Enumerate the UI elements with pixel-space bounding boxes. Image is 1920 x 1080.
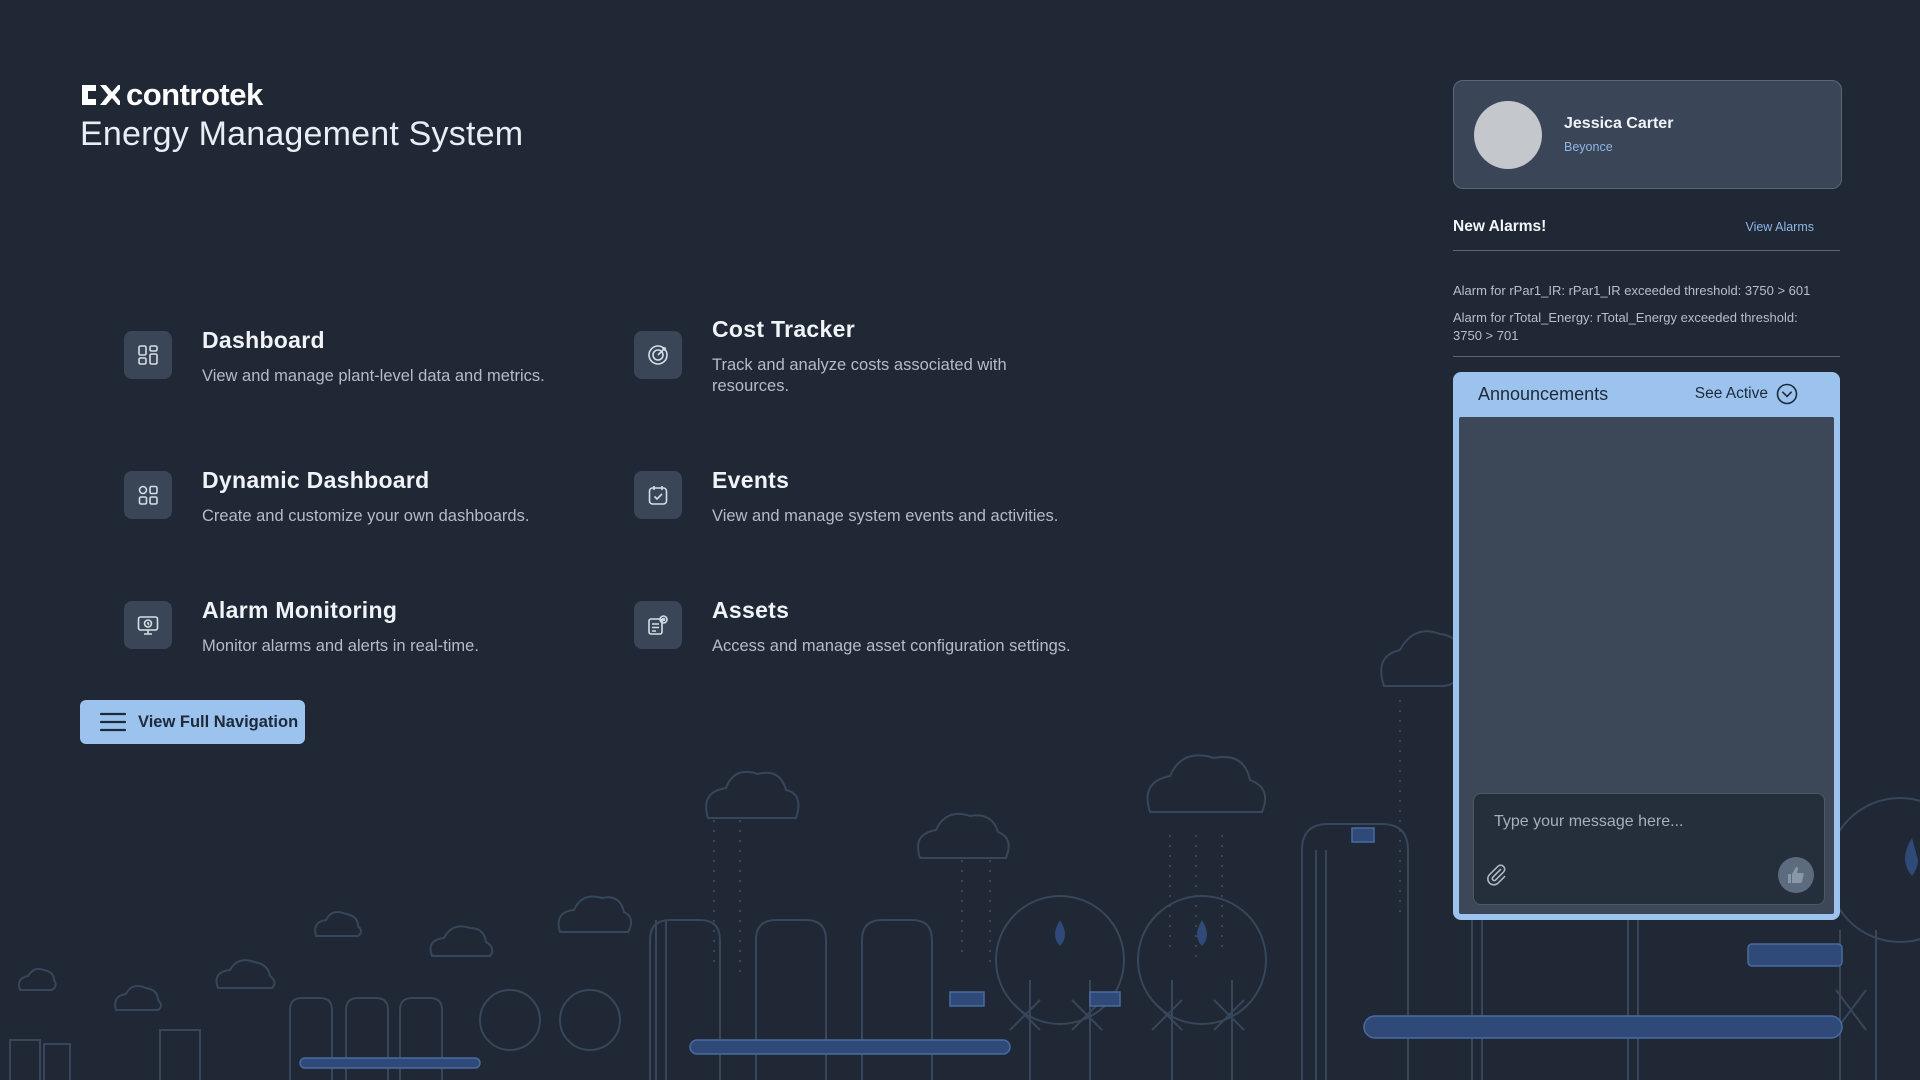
announcements-header: Announcements See Active xyxy=(1453,372,1840,416)
alarms-header: New Alarms! View Alarms xyxy=(1453,218,1840,251)
monitor-alarm-icon xyxy=(124,601,172,649)
dynamic-dashboard-icon xyxy=(124,471,172,519)
paperclip-icon[interactable] xyxy=(1484,862,1508,891)
asset-settings-icon xyxy=(634,601,682,649)
alarms-title: New Alarms! xyxy=(1453,218,1547,235)
nav-item-alarm-monitoring[interactable]: Alarm Monitoring Monitor alarms and aler… xyxy=(124,597,479,657)
nav-description: Track and analyze costs associated with … xyxy=(712,356,1007,395)
user-name: Jessica Carter xyxy=(1564,115,1674,132)
view-alarms-link[interactable]: View Alarms xyxy=(1745,220,1814,250)
see-active-label: See Active xyxy=(1694,385,1768,402)
view-full-navigation-label: View Full Navigation xyxy=(138,712,299,731)
alarm-list: Alarm for rPar1_IR: rPar1_IR exceeded th… xyxy=(1453,282,1840,354)
thumbs-up-icon xyxy=(1788,867,1804,883)
nav-description: View and manage plant-level data and met… xyxy=(202,367,545,385)
alarm-item[interactable]: Alarm for rTotal_Energy: rTotal_Energy e… xyxy=(1453,309,1840,345)
user-profile-card[interactable]: Jessica Carter Beyonce xyxy=(1453,80,1842,189)
see-active-button[interactable]: See Active xyxy=(1695,383,1798,405)
view-full-navigation-button[interactable]: View Full Navigation xyxy=(80,700,305,744)
calendar-check-icon xyxy=(634,471,682,519)
nav-title: Cost Tracker xyxy=(712,316,855,342)
nav-description: View and manage system events and activi… xyxy=(712,507,1059,525)
chevron-down-circle-icon xyxy=(1776,383,1798,405)
brand-header: controtek Energy Management System xyxy=(80,77,524,154)
announcements-feed xyxy=(1459,417,1834,914)
alarm-item[interactable]: Alarm for rPar1_IR: rPar1_IR exceeded th… xyxy=(1453,282,1840,300)
nav-title: Dynamic Dashboard xyxy=(202,467,430,493)
nav-item-events[interactable]: Events View and manage system events and… xyxy=(634,467,1059,527)
page-title: Energy Management System xyxy=(80,115,524,153)
nav-item-dynamic-dashboard[interactable]: Dynamic Dashboard Create and customize y… xyxy=(124,467,530,527)
dashboard-icon xyxy=(124,331,172,379)
nav-item-dashboard[interactable]: Dashboard View and manage plant-level da… xyxy=(124,327,545,387)
nav-item-assets[interactable]: Assets Access and manage asset configura… xyxy=(634,597,1071,657)
cost-tracker-icon xyxy=(634,331,682,379)
brand-logo-text: controtek xyxy=(126,77,263,112)
nav-description: Create and customize your own dashboards… xyxy=(202,507,530,525)
controtek-logo-icon xyxy=(82,85,120,105)
nav-description: Monitor alarms and alerts in real-time. xyxy=(202,637,479,655)
alarm-divider xyxy=(1453,356,1840,357)
nav-item-cost-tracker[interactable]: Cost Tracker Track and analyze costs ass… xyxy=(634,316,1052,397)
brand-logo: controtek xyxy=(80,77,523,112)
user-subtitle: Beyonce xyxy=(1564,140,1613,154)
nav-title: Events xyxy=(712,467,790,493)
nav-title: Assets xyxy=(712,597,790,623)
nav-title: Alarm Monitoring xyxy=(202,597,398,623)
nav-title: Dashboard xyxy=(202,327,325,353)
thumbs-up-send-button[interactable] xyxy=(1778,857,1814,893)
nav-description: Access and manage asset configuration se… xyxy=(712,637,1071,655)
avatar xyxy=(1474,100,1542,169)
announcements-panel: Announcements See Active xyxy=(1453,372,1840,920)
announcements-title: Announcements xyxy=(1478,383,1609,404)
message-composer xyxy=(1473,793,1825,905)
hamburger-menu-icon xyxy=(100,712,126,732)
message-input[interactable] xyxy=(1492,812,1796,832)
